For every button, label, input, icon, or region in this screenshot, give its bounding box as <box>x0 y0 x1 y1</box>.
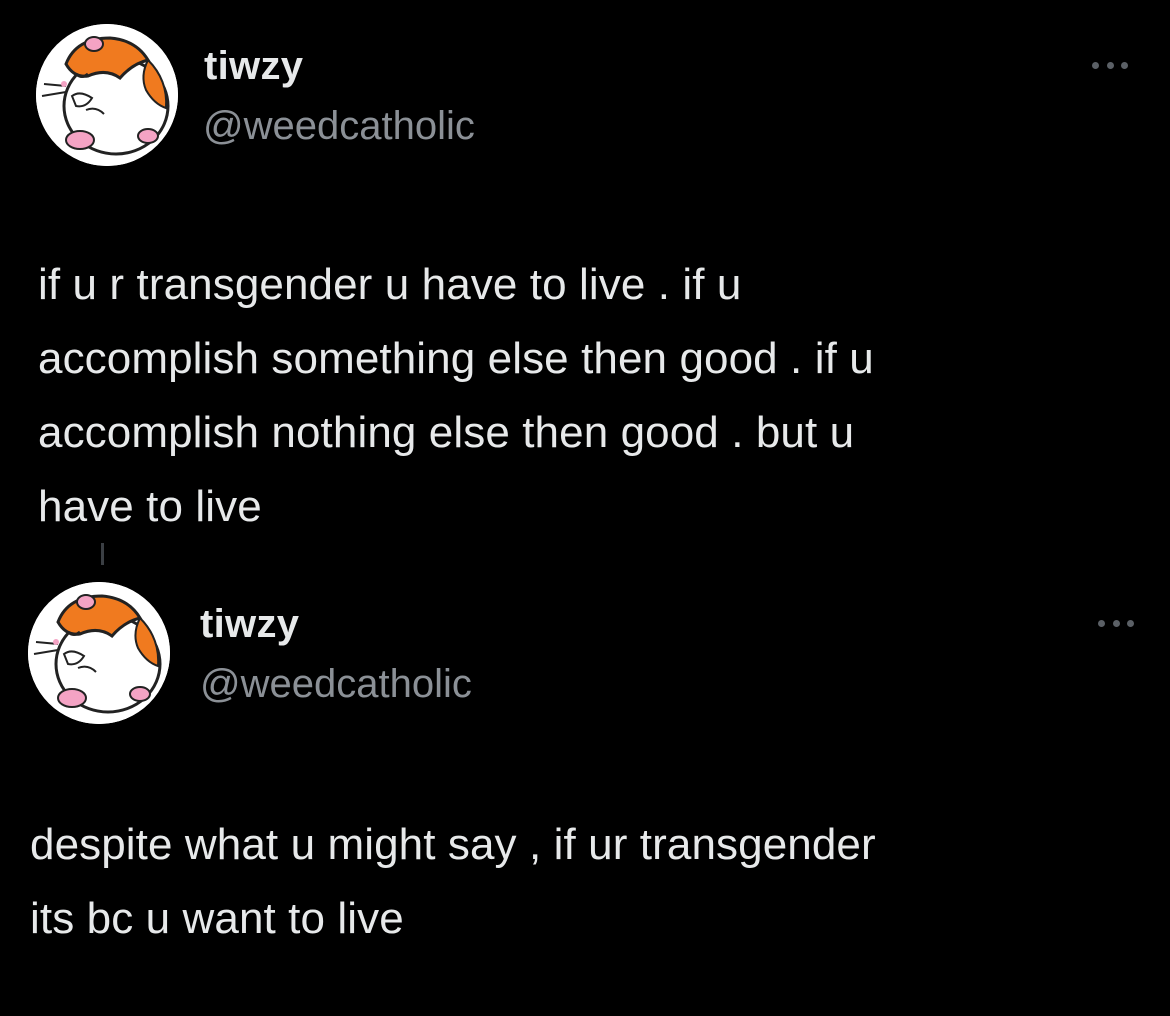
tweet[interactable]: tiwzy @weedcatholic despite what u might… <box>0 560 1170 1016</box>
tweet[interactable]: tiwzy @weedcatholic if u r transgender u… <box>0 0 1170 565</box>
more-dots-icon <box>1112 619 1120 627</box>
avatar[interactable] <box>36 24 178 166</box>
more-dots-icon <box>1106 61 1114 69</box>
more-dots-icon <box>1092 61 1099 69</box>
display-name[interactable]: tiwzy <box>204 44 303 89</box>
user-handle[interactable]: @weedcatholic <box>200 662 472 707</box>
tweet-text: despite what u might say , if ur transge… <box>30 820 876 943</box>
more-dots-icon <box>1098 619 1105 627</box>
more-options-button[interactable] <box>1098 613 1134 633</box>
hamster-avatar-icon <box>36 24 178 166</box>
more-options-button[interactable] <box>1092 55 1128 75</box>
more-dots-icon <box>1127 619 1134 627</box>
hamster-avatar-icon <box>28 582 170 724</box>
user-handle[interactable]: @weedcatholic <box>203 104 475 149</box>
avatar[interactable] <box>28 582 170 724</box>
more-dots-icon <box>1121 61 1128 69</box>
tweet-text: if u r transgender u have to live . if u… <box>38 260 874 531</box>
display-name[interactable]: tiwzy <box>200 602 299 647</box>
